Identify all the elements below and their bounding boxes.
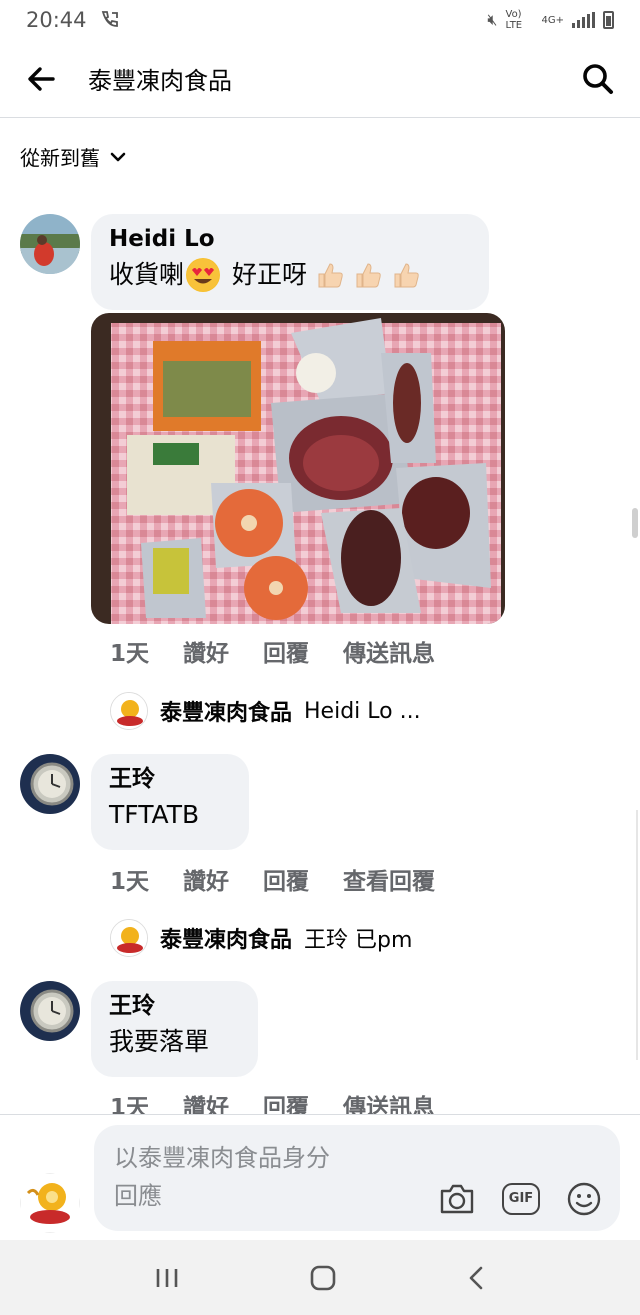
page-avatar — [110, 692, 148, 730]
home-icon[interactable] — [309, 1264, 337, 1292]
reply-preview[interactable]: 泰豐凍肉食品 Heidi Lo ... — [110, 692, 421, 730]
comment-text: TFTATB — [109, 800, 200, 829]
comment-bubble[interactable]: 王玲 我要落單 — [91, 981, 258, 1077]
sort-label: 從新到舊 — [20, 146, 100, 170]
comment-text: 收貨喇 好正呀 — [109, 258, 471, 292]
reply-snippet: Heidi Lo ... — [304, 698, 421, 724]
sort-dropdown[interactable]: 從新到舊 — [20, 142, 126, 171]
like-button[interactable]: 讚好 — [183, 634, 229, 668]
search-button[interactable] — [568, 40, 628, 118]
page-header: 泰豐凍肉食品 — [0, 40, 640, 118]
comment-bubble[interactable]: 王玲 TFTATB — [91, 754, 249, 850]
gif-label: GIF — [508, 1191, 534, 1206]
avatar[interactable] — [20, 214, 80, 274]
comment-time[interactable]: 1天 — [110, 862, 149, 896]
avatar[interactable] — [20, 754, 80, 814]
system-nav-bar — [0, 1240, 640, 1315]
camera-icon[interactable] — [438, 1182, 476, 1216]
reply-button[interactable]: 回覆 — [263, 634, 309, 668]
status-bar: 20:44 🔇︎ Vo) LTE 4G+ — [0, 0, 640, 40]
status-time: 20:44 — [26, 8, 87, 32]
like-button[interactable]: 讚好 — [183, 862, 229, 896]
comment-text: 我要落單 — [109, 1027, 210, 1056]
arrow-left-icon — [28, 66, 55, 91]
back-button[interactable] — [6, 40, 76, 118]
send-message-button[interactable]: 傳送訊息 — [343, 634, 435, 668]
page-avatar — [110, 919, 148, 957]
chevron-down-icon — [110, 152, 126, 161]
comment-author[interactable]: Heidi Lo — [109, 224, 471, 254]
thumbs-up-icon — [356, 263, 381, 288]
recent-apps-icon[interactable] — [154, 1266, 180, 1290]
comment-input[interactable]: 以泰豐凍肉食品身分 回應 GIF — [94, 1125, 620, 1231]
gif-button[interactable]: GIF — [502, 1183, 540, 1215]
comment-photo[interactable] — [91, 313, 505, 624]
signal-icon — [572, 12, 595, 28]
volte-label: Vo) LTE — [505, 9, 523, 31]
page-avatar — [20, 1173, 80, 1233]
reply-author: 泰豐凍肉食品 — [160, 701, 293, 726]
heart-eyes-icon — [186, 258, 221, 292]
search-icon — [583, 63, 613, 94]
network-type: 4G+ — [541, 14, 565, 26]
comment-author[interactable]: 王玲 — [109, 991, 240, 1021]
page-title: 泰豐凍肉食品 — [88, 67, 232, 95]
comment-author[interactable]: 王玲 — [109, 764, 231, 794]
back-nav-icon[interactable] — [466, 1264, 486, 1292]
call-forward-icon — [101, 11, 118, 27]
reply-button[interactable]: 回覆 — [263, 862, 309, 896]
thumbs-up-icon — [318, 263, 343, 288]
scrollbar-thumb[interactable] — [632, 508, 638, 538]
comment-actions: 1天 讚好 回覆 傳送訊息 — [110, 634, 435, 668]
input-placeholder-line1: 以泰豐凍肉食品身分 — [114, 1144, 330, 1172]
reply-preview[interactable]: 泰豐凍肉食品 王玲 已pm — [110, 919, 412, 957]
comment-bubble[interactable]: Heidi Lo 收貨喇 好正呀 — [91, 214, 489, 310]
reply-snippet: 王玲 已pm — [304, 928, 413, 953]
reply-author: 泰豐凍肉食品 — [160, 928, 293, 953]
battery-icon — [603, 11, 614, 29]
mute-icon: 🔇︎ — [487, 10, 498, 29]
thumbs-up-icon — [394, 263, 419, 288]
scrollbar-track — [636, 810, 638, 1060]
comment-composer: 以泰豐凍肉食品身分 回應 GIF — [0, 1114, 640, 1242]
view-replies-button[interactable]: 查看回覆 — [343, 862, 435, 896]
comment-time[interactable]: 1天 — [110, 634, 149, 668]
emoji-icon[interactable] — [566, 1181, 602, 1217]
comment-actions: 1天 讚好 回覆 查看回覆 — [110, 862, 435, 896]
avatar[interactable] — [20, 981, 80, 1041]
